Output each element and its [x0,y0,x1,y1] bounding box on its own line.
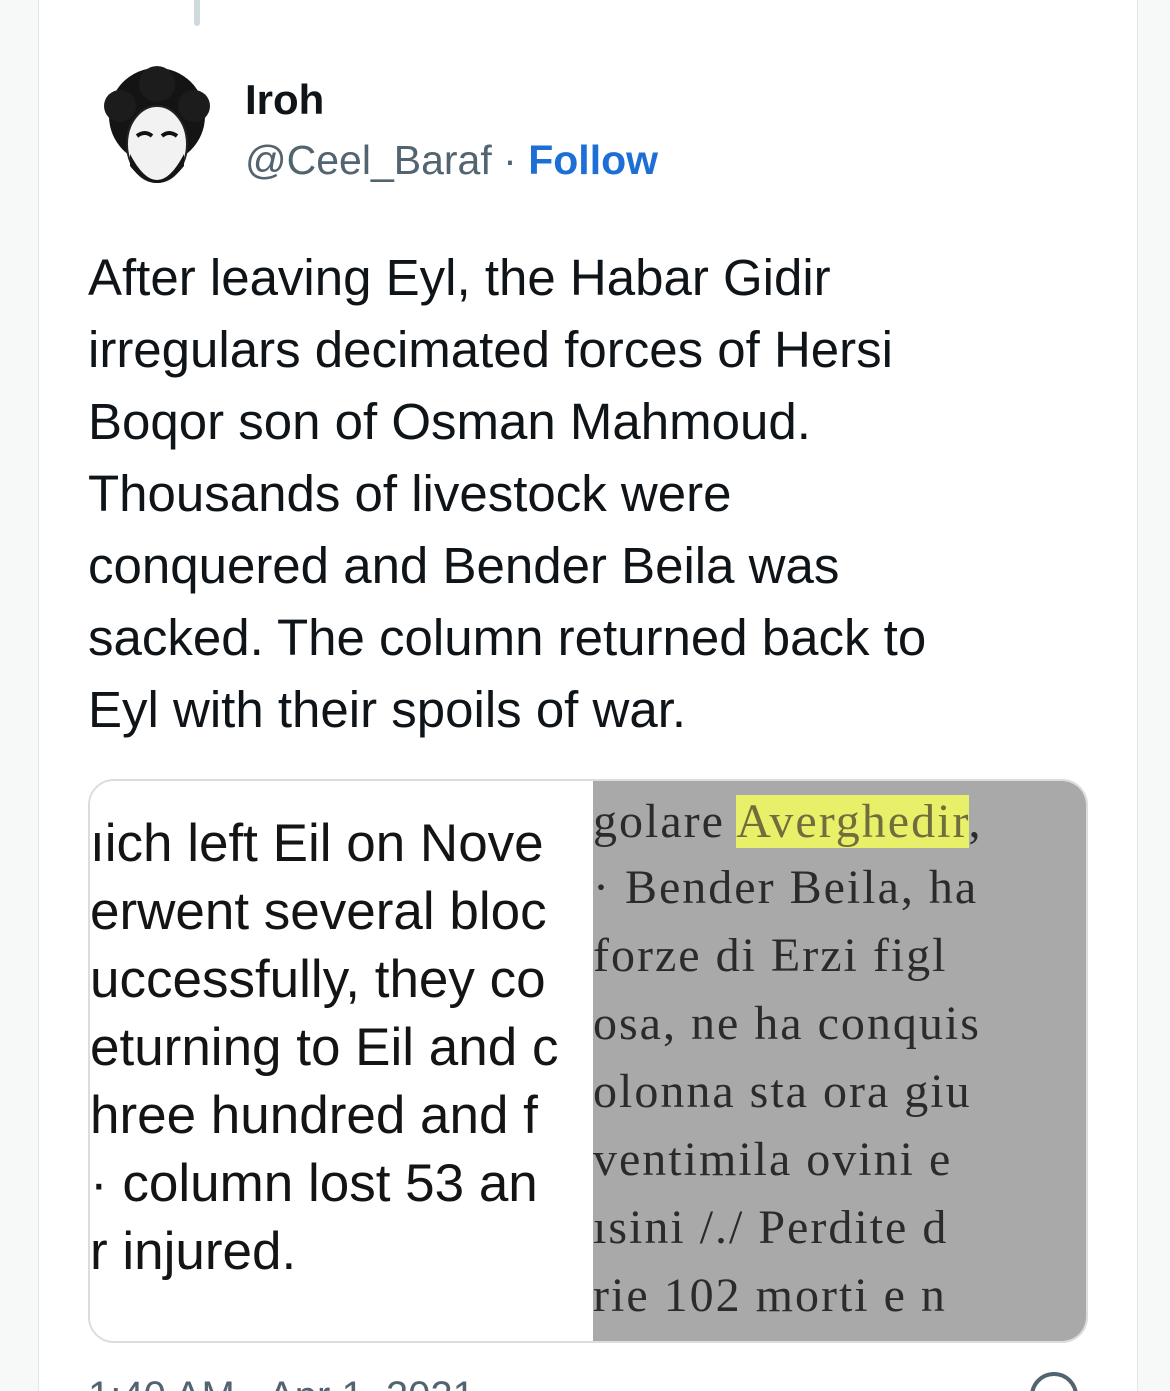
meta-separator: · [503,137,517,183]
author-meta: @Ceel_Baraf · Follow [245,136,658,184]
scan-text-line: uccessfully, they co [90,950,546,1009]
scan-text-line: · Bender Beila, ha [593,861,979,914]
scan-text-line: ventimila ovini e [593,1133,953,1186]
avatar-portrait-icon [90,66,224,200]
scan-text-line: ıich left Eil on Nove [90,814,544,873]
scan-text-line: rie 102 morti e n [593,1269,947,1322]
thread-connector-line [194,0,200,26]
tweet-text: After leaving Eyl, the Habar Gidir irreg… [88,249,927,738]
scan-text-line: r injured. [90,1222,297,1281]
scan-text-line: ısini /./ Perdite d [593,1201,949,1254]
avatar[interactable] [90,66,224,200]
scan-text-line: olonna sta ora giu [593,1065,972,1118]
scan-text-line: · column lost 53 an [90,1154,538,1213]
tweet-media[interactable]: ıich left Eil on Nove erwent several blo… [88,779,1088,1343]
media-image-right[interactable]: golare Averghedir, · Bender Beila, ha fo… [593,781,1086,1341]
author-name[interactable]: Iroh [245,76,324,124]
author-handle[interactable]: @Ceel_Baraf [245,137,492,183]
scan-text-line: erwent several bloc [90,882,547,941]
follow-button[interactable]: Follow [528,137,658,183]
scan-text-line: osa, ne ha conquis [593,997,981,1050]
media-image-left[interactable]: ıich left Eil on Nove erwent several blo… [90,781,593,1341]
tweet-timestamp[interactable]: 1:40 AM · Apr 1, 2021 [88,1372,475,1391]
scan-text-line: golare Averghedir, [593,795,983,848]
scan-text-line: eturning to Eil and c [90,1018,559,1077]
scan-text-line: hree hundred and f [90,1086,538,1145]
scan-text-line: forze di Erzi figl [593,929,948,982]
highlighted-word: Averghedir [736,795,969,848]
